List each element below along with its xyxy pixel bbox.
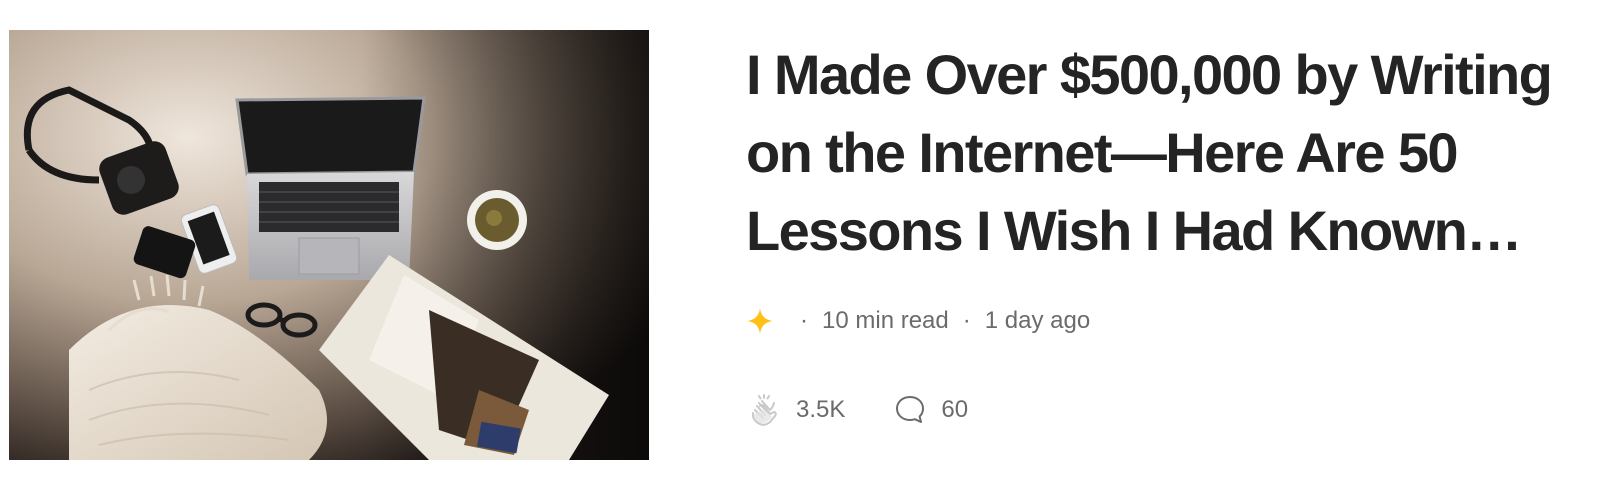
- clap-icon: [751, 394, 777, 426]
- story-title[interactable]: I Made Over $500,000 by Writing on the I…: [746, 36, 1596, 270]
- comments-button[interactable]: 60: [893, 393, 968, 427]
- star-icon: [747, 308, 773, 334]
- published-date: 1 day ago: [984, 307, 1091, 334]
- story-meta: · 10 min read · 1 day ago: [746, 301, 1090, 341]
- story-content: I Made Over $500,000 by Writing on the I…: [746, 36, 1596, 426]
- meta-separator: ·: [962, 307, 971, 334]
- comment-count: 60: [941, 396, 969, 423]
- clap-button[interactable]: 3.5K: [746, 392, 845, 428]
- story-card[interactable]: I Made Over $500,000 by Writing on the I…: [0, 0, 1618, 488]
- thumbnail-image: [9, 30, 649, 460]
- meta-separator: ·: [800, 307, 808, 334]
- story-thumbnail[interactable]: [9, 30, 649, 460]
- clap-count: 3.5K: [796, 396, 846, 423]
- read-time: 10 min read: [822, 307, 949, 334]
- comment-icon: [896, 396, 925, 423]
- story-stats: 3.5K 60: [746, 390, 968, 430]
